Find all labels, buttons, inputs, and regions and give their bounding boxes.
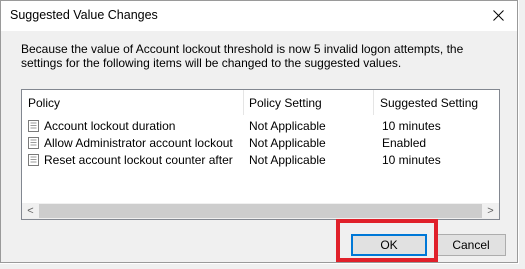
column-header-policy[interactable]: Policy: [22, 90, 243, 115]
scroll-thumb[interactable]: [39, 204, 482, 218]
policy-list-view[interactable]: Policy Policy Setting Suggested Setting …: [21, 89, 500, 220]
table-row[interactable]: Reset account lockout counter after Not …: [22, 152, 499, 168]
column-header-suggested-setting[interactable]: Suggested Setting: [374, 90, 499, 115]
policy-name: Reset account lockout counter after: [44, 153, 233, 167]
cancel-button[interactable]: Cancel: [436, 234, 506, 256]
close-icon: [493, 10, 504, 21]
suggested-value-changes-dialog: Suggested Value Changes Because the valu…: [0, 0, 518, 263]
table-row[interactable]: Allow Administrator account lockout Not …: [22, 135, 499, 151]
policy-icon: [28, 154, 39, 166]
background-window-strip: [0, 264, 525, 269]
policy-name: Allow Administrator account lockout: [44, 136, 233, 150]
horizontal-scrollbar[interactable]: < >: [22, 203, 499, 219]
table-row[interactable]: Account lockout duration Not Applicable …: [22, 118, 499, 134]
window-title: Suggested Value Changes: [10, 8, 158, 22]
list-header: Policy Policy Setting Suggested Setting: [22, 90, 499, 115]
policy-setting: Not Applicable: [249, 153, 326, 167]
suggested-setting: 10 minutes: [382, 119, 441, 133]
info-message: Because the value of Account lockout thr…: [21, 42, 464, 70]
policy-name: Account lockout duration: [44, 119, 176, 133]
suggested-setting: 10 minutes: [382, 153, 441, 167]
policy-setting: Not Applicable: [249, 136, 326, 150]
policy-icon: [28, 120, 39, 132]
ok-button-highlight: [336, 219, 438, 262]
policy-icon: [28, 137, 39, 149]
close-button[interactable]: [481, 1, 517, 31]
column-header-policy-setting[interactable]: Policy Setting: [243, 90, 373, 115]
scroll-right-arrow[interactable]: >: [482, 203, 499, 219]
suggested-setting: Enabled: [382, 136, 427, 150]
scroll-left-arrow[interactable]: <: [22, 203, 39, 219]
policy-setting: Not Applicable: [249, 119, 326, 133]
background-window-strip: [519, 0, 525, 269]
title-bar: Suggested Value Changes: [1, 1, 517, 31]
